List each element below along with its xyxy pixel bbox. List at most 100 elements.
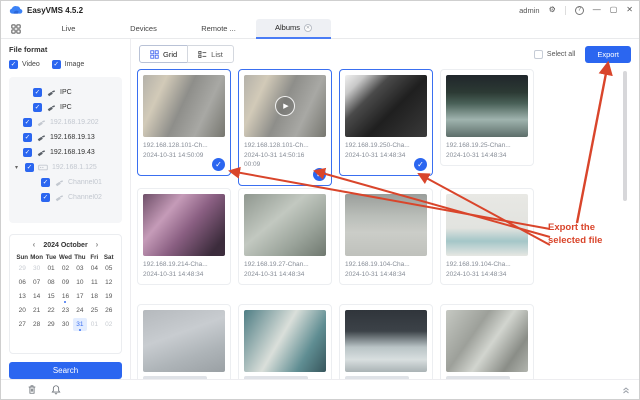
checkbox-checked-icon[interactable]: ✓: [23, 118, 32, 127]
select-all-control[interactable]: Select all: [534, 50, 575, 59]
album-card[interactable]: 192.168.19.104-Cha... 2024-10-31 14:48:3…: [339, 188, 433, 285]
tab-live[interactable]: Live: [31, 19, 106, 39]
calendar-day[interactable]: 29: [44, 318, 58, 331]
tree-item-channel[interactable]: ✓ Channel02: [9, 190, 122, 205]
calendar-day[interactable]: 29: [15, 262, 29, 275]
calendar-day[interactable]: 27: [15, 318, 29, 331]
checkbox-checked-icon[interactable]: ✓: [25, 163, 34, 172]
file-datetime: 2024-10-31 14:48:34: [446, 151, 528, 161]
calendar-day[interactable]: 19: [102, 290, 116, 303]
export-button[interactable]: Export: [585, 46, 631, 63]
album-card[interactable]: 192.168.19.104-Cha... 2024-10-31 14:48:3…: [440, 188, 534, 285]
status-bar: [1, 379, 640, 399]
album-card[interactable]: [440, 304, 534, 381]
calendar-prev-icon[interactable]: ‹: [33, 241, 36, 249]
tab-close-icon[interactable]: ✕: [304, 24, 312, 32]
play-icon[interactable]: ▶: [275, 96, 295, 116]
tree-item-device[interactable]: ✓ 192.168.19.43: [9, 145, 122, 160]
calendar-day[interactable]: 03: [73, 262, 87, 275]
calendar-day[interactable]: 25: [87, 304, 101, 317]
calendar-day[interactable]: 09: [58, 276, 72, 289]
thumbnail: [143, 194, 225, 256]
tree-item-ipc[interactable]: ✓ IPC: [9, 100, 122, 115]
tab-remote[interactable]: Remote ...: [181, 19, 256, 39]
calendar-next-icon[interactable]: ›: [96, 241, 99, 249]
calendar-day[interactable]: 20: [15, 304, 29, 317]
checkbox-checked-icon[interactable]: ✓: [33, 88, 42, 97]
calendar-day[interactable]: 07: [29, 276, 43, 289]
album-card[interactable]: 192.168.19.250-Cha... 2024-10-31 14:48:3…: [339, 69, 433, 176]
search-button[interactable]: Search: [9, 362, 122, 379]
album-card[interactable]: 192.168.19.25-Chan... 2024-10-31 14:48:3…: [440, 69, 534, 166]
calendar-day[interactable]: 21: [29, 304, 43, 317]
grid-view-button[interactable]: Grid: [139, 45, 188, 63]
close-button[interactable]: ✕: [626, 6, 633, 14]
checkbox-checked-icon[interactable]: ✓: [52, 60, 61, 69]
calendar-day[interactable]: 22: [44, 304, 58, 317]
tree-item-ipc[interactable]: ✓ IPC: [9, 85, 122, 100]
app-title: EasyVMS 4.5.2: [27, 6, 83, 15]
calendar-day[interactable]: 30: [58, 318, 72, 331]
calendar-day[interactable]: 26: [102, 304, 116, 317]
calendar-day[interactable]: 02: [102, 318, 116, 331]
album-card[interactable]: [339, 304, 433, 381]
calendar-day[interactable]: 08: [44, 276, 58, 289]
checkbox-checked-icon[interactable]: ✓: [23, 148, 32, 157]
album-card[interactable]: 192.168.19.214-Cha... 2024-10-31 14:48:3…: [137, 188, 231, 285]
vertical-scrollbar[interactable]: [623, 71, 627, 201]
checkbox-checked-icon[interactable]: ✓: [41, 178, 50, 187]
tab-albums[interactable]: Albums ✕: [256, 19, 331, 39]
settings-gear-icon[interactable]: ⚙: [549, 6, 556, 14]
help-icon[interactable]: ?: [575, 6, 584, 15]
calendar-day[interactable]: 30: [29, 262, 43, 275]
calendar-day[interactable]: 14: [29, 290, 43, 303]
album-card[interactable]: 192.168.128.101-Ch... 2024-10-31 14:50:0…: [137, 69, 231, 176]
calendar-day[interactable]: 23: [58, 304, 72, 317]
tab-devices[interactable]: Devices: [106, 19, 181, 39]
calendar-day-selected[interactable]: 31: [73, 318, 87, 331]
checkbox-checked-icon[interactable]: ✓: [23, 133, 32, 142]
tree-item-channel[interactable]: ✓ Channel01: [9, 175, 122, 190]
thumbnail: [446, 75, 528, 137]
calendar-day[interactable]: 16: [58, 290, 72, 303]
calendar-day[interactable]: 12: [102, 276, 116, 289]
trash-icon[interactable]: [27, 384, 37, 395]
tree-item-device[interactable]: ✓ 192.168.19.202: [9, 115, 122, 130]
calendar-day[interactable]: 01: [44, 262, 58, 275]
expand-caret-icon[interactable]: ▾: [15, 164, 21, 171]
calendar-day[interactable]: 11: [87, 276, 101, 289]
calendar-day[interactable]: 24: [73, 304, 87, 317]
calendar-day[interactable]: 01: [87, 318, 101, 331]
calendar-day[interactable]: 15: [44, 290, 58, 303]
select-all-checkbox[interactable]: [534, 50, 543, 59]
album-card[interactable]: [238, 304, 332, 381]
selected-check-icon[interactable]: ✓: [313, 168, 326, 181]
tree-item-nvr[interactable]: ▾ ✓ 192.168.1.125: [9, 160, 122, 175]
calendar-day[interactable]: 10: [73, 276, 87, 289]
bell-icon[interactable]: [51, 384, 61, 395]
album-card[interactable]: 192.168.19.27-Chan... 2024-10-31 14:48:3…: [238, 188, 332, 285]
calendar-day[interactable]: 02: [58, 262, 72, 275]
checkbox-checked-icon[interactable]: ✓: [9, 60, 18, 69]
list-view-button[interactable]: List: [187, 45, 234, 63]
collapse-up-icon[interactable]: [621, 385, 631, 395]
calendar-day[interactable]: 05: [102, 262, 116, 275]
calendar-day[interactable]: 06: [15, 276, 29, 289]
tree-item-device[interactable]: ✓ 192.168.19.13: [9, 130, 122, 145]
calendar-day[interactable]: 18: [87, 290, 101, 303]
calendar-day[interactable]: 17: [73, 290, 87, 303]
minimize-button[interactable]: —: [593, 6, 601, 14]
album-card[interactable]: ▶ 192.168.128.101-Ch... 2024-10-31 14:50…: [238, 69, 332, 186]
checkbox-checked-icon[interactable]: ✓: [41, 193, 50, 202]
calendar-day[interactable]: 04: [87, 262, 101, 275]
selected-check-icon[interactable]: ✓: [414, 158, 427, 171]
selected-check-icon[interactable]: ✓: [212, 158, 225, 171]
calendar-day[interactable]: 28: [29, 318, 43, 331]
maximize-button[interactable]: ▢: [610, 6, 618, 14]
album-card[interactable]: [137, 304, 231, 381]
video-filter-option[interactable]: ✓ Video: [9, 60, 40, 69]
calendar-day[interactable]: 13: [15, 290, 29, 303]
checkbox-checked-icon[interactable]: ✓: [33, 103, 42, 112]
apps-grid-icon[interactable]: [11, 24, 21, 34]
image-filter-option[interactable]: ✓ Image: [52, 60, 84, 69]
